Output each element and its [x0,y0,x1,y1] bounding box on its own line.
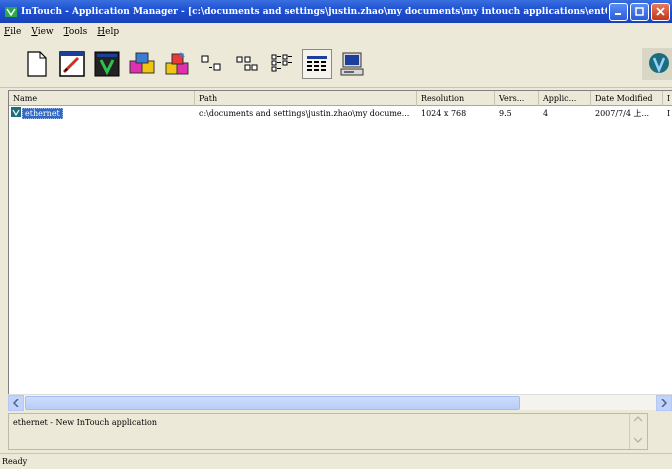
column-header-application[interactable]: Applic... [539,91,591,106]
horizontal-scrollbar[interactable] [8,394,672,411]
cell-version: 9.5 [499,109,512,118]
intouch-logo-icon [642,48,672,80]
cell-resolution: 1024 x 768 [421,109,467,118]
minimize-button[interactable] [609,2,628,21]
details-view-icon [307,55,327,71]
windowviewer-button[interactable] [92,49,122,79]
chevron-down-icon [633,437,643,443]
scroll-up-button[interactable] [632,416,644,426]
small-icons-button[interactable] [232,49,262,79]
scroll-right-button[interactable] [656,395,672,411]
scroll-down-button[interactable] [632,437,644,447]
description-panel: ethernet - New InTouch application [8,413,648,450]
description-text: ethernet - New InTouch application [13,418,157,427]
menu-view[interactable]: View [31,27,53,37]
computer-icon [340,52,364,75]
row-name-label[interactable]: ethernet [22,108,63,119]
new-document-icon [27,50,47,77]
menu-help[interactable]: Help [97,27,119,37]
column-header-resolution[interactable]: Resolution [417,91,495,106]
cell-path: c:\documents and settings\justin.zhao\my… [199,109,410,118]
horizontal-scroll-thumb[interactable] [25,396,520,410]
windowmaker-icon [59,50,85,77]
details-view-button[interactable] [302,48,332,79]
application-list[interactable]: Name Path Resolution Vers... Applic... D… [8,90,672,405]
chevron-up-icon [633,416,643,422]
chevron-right-icon [661,399,667,407]
application-icon [11,107,21,117]
db-dump-icon [165,51,189,74]
new-button[interactable] [22,49,52,79]
column-header-name[interactable]: Name [9,91,195,106]
column-header-path[interactable]: Path [195,91,417,106]
toolbar [0,40,672,88]
windowviewer-icon [94,51,120,76]
cell-extra: I [667,109,671,118]
db-load-icon [129,52,155,73]
close-button[interactable] [651,2,670,21]
column-header-date-modified[interactable]: Date Modified [591,91,663,106]
list-header: Name Path Resolution Vers... Applic... D… [9,91,672,106]
maximize-button[interactable] [630,2,649,21]
large-icons-icon [201,55,221,70]
cell-application: 4 [543,109,549,118]
intouch-logo [642,48,672,80]
menu-tools[interactable]: Tools [64,27,88,37]
status-bar: Ready [0,453,672,469]
minimize-icon [615,13,621,15]
list-view-button[interactable] [267,49,297,79]
column-header-extra[interactable]: I [663,91,672,106]
table-row[interactable]: ethernet c:\documents and settings\justi… [9,107,672,120]
db-load-button[interactable] [127,49,157,79]
status-text: Ready [2,457,28,466]
scroll-left-button[interactable] [8,395,24,411]
large-icons-button[interactable] [197,49,227,79]
cell-name: ethernet [9,107,195,120]
close-icon [656,7,665,16]
db-dump-button[interactable] [162,49,192,79]
edit-button[interactable] [57,49,87,79]
title-bar[interactable]: InTouch - Application Manager - [c:\docu… [0,0,672,23]
menu-bar: File View Tools Help [0,23,672,40]
maximize-icon [635,7,644,16]
node-properties-button[interactable] [337,49,367,79]
chevron-left-icon [13,399,19,407]
cell-date-modified: 2007/7/4 上... [595,109,650,118]
column-header-version[interactable]: Vers... [495,91,539,106]
small-icons-icon [236,56,258,70]
list-view-icon [271,54,292,71]
description-scrollbar[interactable] [629,414,647,449]
menu-file[interactable]: File [4,27,21,37]
intouch-app-icon [5,6,17,17]
window-title: InTouch - Application Manager - [c:\docu… [21,6,607,17]
